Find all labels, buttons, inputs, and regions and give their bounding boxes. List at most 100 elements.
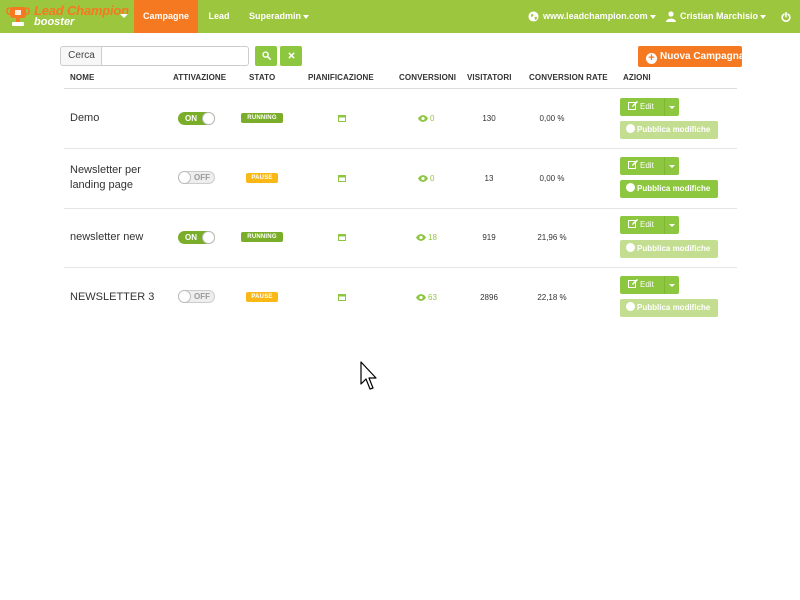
- publish-button[interactable]: Pubblica modifiche: [620, 240, 718, 258]
- power-icon: [781, 11, 791, 22]
- toggle-label: OFF: [194, 292, 210, 301]
- publish-label: Pubblica modifiche: [637, 303, 711, 312]
- toggle-label: ON: [185, 233, 197, 242]
- campaign-name[interactable]: Newsletter per landing page: [70, 163, 160, 193]
- edit-label-wrap: Edit: [628, 157, 654, 175]
- col-header-stato: STATO: [249, 73, 276, 82]
- conversion-rate: 21,96 %: [537, 233, 567, 242]
- calendar-icon[interactable]: [338, 293, 346, 301]
- col-header-conversion-rate: CONVERSION RATE: [529, 73, 608, 82]
- split-divider: [664, 216, 665, 234]
- globe-icon: [626, 124, 635, 133]
- edit-label: Edit: [640, 102, 654, 111]
- conversions-count: 0: [418, 114, 434, 123]
- globe-icon: [626, 243, 635, 252]
- status-badge: RUNNING: [241, 113, 283, 123]
- toggle-knob: [202, 231, 215, 244]
- visitors-count: 130: [482, 114, 496, 123]
- conversions-value: 18: [428, 233, 437, 242]
- toggle-knob: [178, 290, 191, 303]
- edit-icon: [628, 160, 638, 169]
- split-divider: [664, 157, 665, 175]
- conversions-count: 0: [418, 174, 434, 183]
- col-header-attivazione: ATTIVAZIONE: [173, 73, 227, 82]
- conversion-rate: 0,00 %: [539, 174, 565, 183]
- chevron-down-icon: [649, 14, 656, 19]
- activation-toggle[interactable]: ON: [178, 112, 215, 125]
- plus-circle-icon: +: [646, 53, 657, 64]
- conversions-value: 0: [430, 174, 435, 183]
- site-label: www.leadchampion.com: [543, 11, 648, 21]
- user-menu[interactable]: Cristian Marchisio: [666, 0, 767, 33]
- chevron-down-icon[interactable]: [669, 284, 675, 287]
- eye-icon: [418, 175, 428, 182]
- chevron-down-icon[interactable]: [669, 165, 675, 168]
- col-header-conversioni: CONVERSIONI: [399, 73, 457, 82]
- user-name: Cristian Marchisio: [680, 11, 759, 21]
- conversions-value: 63: [428, 293, 437, 302]
- chevron-down-icon: [120, 14, 128, 18]
- nav-superadmin-label: Superadmin: [248, 11, 301, 21]
- search-input[interactable]: [101, 46, 249, 66]
- publish-button[interactable]: Pubblica modifiche: [620, 180, 718, 198]
- clear-search-button[interactable]: [280, 46, 302, 66]
- edit-label-wrap: Edit: [628, 216, 654, 234]
- close-icon: [287, 52, 295, 59]
- edit-button[interactable]: Edit: [620, 98, 679, 116]
- visitors-count: 13: [484, 174, 494, 183]
- toggle-label: ON: [185, 114, 197, 123]
- calendar-icon[interactable]: [338, 114, 346, 122]
- globe-icon: [626, 302, 635, 311]
- table-row: Demo ON RUNNING 0 130 0,00 % Edit Pubbli…: [64, 89, 737, 149]
- logout-button[interactable]: [778, 0, 794, 33]
- edit-button[interactable]: Edit: [620, 276, 679, 294]
- campaign-name[interactable]: Demo: [70, 111, 160, 126]
- edit-icon: [628, 101, 638, 110]
- calendar-icon[interactable]: [338, 233, 346, 241]
- site-selector[interactable]: www.leadchampion.com: [528, 0, 656, 33]
- new-campaign-button[interactable]: + Nuova Campagna: [638, 46, 744, 67]
- col-header-pianificazione: PIANIFICAZIONE: [308, 73, 374, 82]
- edit-button[interactable]: Edit: [620, 157, 679, 175]
- edit-label: Edit: [640, 280, 654, 289]
- edit-button[interactable]: Edit: [620, 216, 679, 234]
- activation-toggle[interactable]: ON: [178, 231, 215, 244]
- search-button[interactable]: [255, 46, 277, 66]
- brand-logo[interactable]: Lead Champion booster: [6, 3, 129, 29]
- conversions-count: 63: [416, 293, 437, 302]
- edit-icon: [628, 219, 638, 228]
- publish-button[interactable]: Pubblica modifiche: [620, 299, 718, 317]
- status-badge: PAUSE: [246, 292, 278, 302]
- activation-toggle[interactable]: OFF: [178, 171, 215, 184]
- edit-label-wrap: Edit: [628, 98, 654, 116]
- table-row: Newsletter per landing page OFF PAUSE 0 …: [64, 149, 737, 209]
- activation-toggle[interactable]: OFF: [178, 290, 215, 303]
- conversions-count: 18: [416, 233, 437, 242]
- chevron-down-icon[interactable]: [669, 224, 675, 227]
- toggle-knob: [202, 112, 215, 125]
- conversion-rate: 0,00 %: [539, 114, 565, 123]
- campaign-name[interactable]: NEWSLETTER 3: [70, 290, 160, 305]
- nav-lead-label: Lead: [208, 11, 230, 21]
- col-header-azioni: AZIONI: [623, 73, 651, 82]
- nav-lead[interactable]: Lead: [200, 0, 238, 33]
- col-header-visitatori: VISITATORI: [467, 73, 512, 82]
- status-badge: PAUSE: [246, 173, 278, 183]
- chevron-down-icon[interactable]: [669, 106, 675, 109]
- campaign-name[interactable]: newsletter new: [70, 230, 160, 245]
- user-icon: [666, 11, 676, 23]
- publish-button[interactable]: Pubblica modifiche: [620, 121, 718, 139]
- col-header-nome: NOME: [70, 73, 95, 82]
- nav-superadmin[interactable]: Superadmin: [246, 0, 312, 33]
- toggle-knob: [178, 171, 191, 184]
- conversions-value: 0: [430, 114, 435, 123]
- nav-campagne[interactable]: Campagne: [134, 0, 198, 33]
- conversion-rate: 22,18 %: [537, 293, 567, 302]
- publish-label: Pubblica modifiche: [637, 244, 711, 253]
- publish-label: Pubblica modifiche: [637, 125, 711, 134]
- eye-icon: [416, 294, 426, 301]
- visitors-count: 2896: [480, 293, 498, 302]
- calendar-icon[interactable]: [338, 174, 346, 182]
- nav-campagne-label: Campagne: [142, 11, 189, 21]
- visitors-count: 919: [482, 233, 496, 242]
